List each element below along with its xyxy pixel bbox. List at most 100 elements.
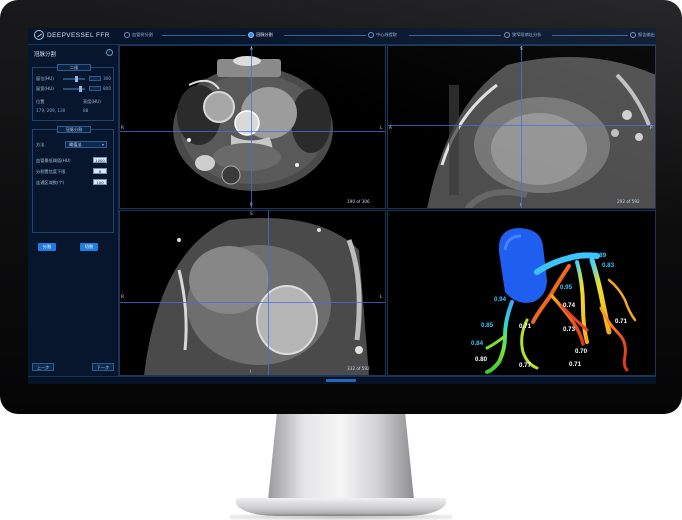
orient-right: L [380, 294, 383, 299]
cut-button[interactable]: 切割 [80, 243, 98, 251]
monitor-bezel: DEEPVESSEL FFR 血管树分割 冠脉分割 中心线提取 狭窄段病灶分析 … [0, 0, 682, 414]
slice-counter: 190 of 306 [347, 199, 370, 204]
window-level-input[interactable] [89, 76, 101, 81]
hu-value: 88 [83, 108, 89, 113]
step-connector [162, 35, 246, 36]
step-dot-icon [504, 32, 510, 38]
viewport-sagittal[interactable]: S I R L 332 of 592 [119, 210, 386, 376]
expand-handle[interactable] [326, 379, 356, 382]
ffr-label: 0.77 [519, 362, 532, 369]
window-width-value: 800 [103, 86, 111, 91]
param-label: 血管最低阈值(HU) [36, 158, 71, 163]
ffr-label: 0.94 [494, 296, 507, 303]
step-connector [552, 35, 628, 36]
crosshair-vertical[interactable] [251, 45, 252, 209]
window-width-label: 窗宽(HU) [36, 86, 54, 91]
viewport-coronal[interactable]: S I A P 292 of 592 [387, 45, 656, 209]
orient-left: R [121, 125, 124, 130]
window-width-input[interactable] [89, 86, 101, 91]
ffr-label: 0.85 [481, 322, 494, 329]
left-panel: 冠脉分割 ? 二维 窗位(HU) 300 窗宽(HU) 800 位置 亮度(HU… [28, 45, 119, 376]
chevron-down-icon: ▾ [101, 142, 104, 147]
param-input[interactable]: 6 [93, 168, 107, 174]
param-input[interactable]: 1000 [93, 157, 107, 163]
step-dot-icon [248, 32, 254, 38]
screen: DEEPVESSEL FFR 血管树分割 冠脉分割 中心线提取 狭窄段病灶分析 … [28, 28, 656, 384]
app-logo: DEEPVESSEL FFR [34, 30, 110, 40]
param-label: 连通区域数(个) [36, 180, 65, 185]
orient-bottom: I [250, 369, 252, 374]
ffr-label: 0.84 [471, 340, 484, 347]
step-dot-icon [368, 32, 374, 38]
hu-label: 亮度(HU) [83, 99, 101, 104]
crosshair-horizontal[interactable] [119, 131, 386, 132]
ffr-label: 0.73 [563, 326, 576, 333]
bottom-bar [28, 376, 656, 384]
slider-knob[interactable] [75, 76, 78, 82]
orient-bottom: I [520, 202, 522, 207]
ffr-label: 0.83 [602, 262, 615, 269]
slice-counter: 332 of 592 [347, 366, 370, 371]
top-bar: DEEPVESSEL FFR 血管树分割 冠脉分割 中心线提取 狭窄段病灶分析 … [28, 28, 656, 45]
orient-top: S [250, 211, 253, 216]
orient-right: P [650, 125, 653, 130]
orient-left: A [389, 125, 392, 130]
crosshair-horizontal[interactable] [119, 302, 386, 303]
step-stenosis[interactable]: 狭窄段病灶分析 [504, 32, 541, 38]
prev-step-button[interactable]: 上一步 [32, 363, 54, 371]
ffr-label: 0.70 [575, 348, 588, 355]
stand-shadow [230, 514, 452, 520]
position-value: 179, 209, 130 [36, 108, 66, 113]
method-label: 方法 [36, 142, 45, 147]
crosshair-vertical[interactable] [268, 210, 269, 376]
monitor-stand-neck [268, 414, 414, 500]
method-select[interactable]: 阈值法 ▾ [65, 141, 107, 148]
next-step-button[interactable]: 下一步 [92, 363, 114, 371]
ffr-label: 0.71 [569, 361, 582, 368]
window-width-slider[interactable] [63, 86, 85, 92]
step-dot-icon [124, 32, 130, 38]
group-title: 冠脉分割 [57, 126, 91, 133]
step-connector [409, 35, 501, 36]
ffr-label: 0.74 [563, 302, 576, 309]
param-label: 分割置信度下限 [36, 169, 66, 174]
help-icon[interactable]: ? [106, 49, 113, 56]
axial-image [173, 56, 333, 191]
viewport-axial[interactable]: A P R L 190 of 306 [119, 45, 386, 209]
step-centerline[interactable]: 中心线提取 [368, 32, 397, 38]
step-report[interactable]: 报告输出 [630, 32, 655, 38]
window-level-label: 窗位(HU) [36, 76, 54, 81]
orient-top: S [520, 46, 523, 51]
slider-knob[interactable] [79, 86, 82, 92]
ffr-label: 0.95 [560, 284, 573, 291]
logo-icon [34, 30, 44, 40]
orient-bottom: P [250, 202, 253, 207]
step-vessel-tree[interactable]: 血管树分割 [124, 32, 153, 38]
group-title: 二维 [57, 64, 91, 71]
segment-button[interactable]: 分割 [38, 243, 56, 251]
orient-right: L [380, 125, 383, 130]
ffr-label: 0.71 [519, 323, 532, 330]
position-label: 位置 [36, 99, 45, 104]
orient-left: R [121, 294, 124, 299]
step-coronary-seg[interactable]: 冠脉分割 [248, 32, 273, 38]
segmentation-group: 冠脉分割 方法 阈值法 ▾ 血管最低阈值(HU) 1000 分割置信度下限 6 连… [32, 126, 114, 233]
crosshair-vertical[interactable] [521, 45, 522, 209]
step-dot-icon [630, 32, 636, 38]
panel-title: 冠脉分割 [34, 52, 57, 58]
ffr-label: 0.80 [475, 356, 488, 363]
workflow-steps: 血管树分割 冠脉分割 中心线提取 狭窄段病灶分析 报告输出 [124, 28, 655, 44]
slice-counter: 292 of 592 [617, 199, 640, 204]
window-group: 二维 窗位(HU) 300 窗宽(HU) 800 位置 亮度(HU) 179, … [32, 64, 114, 121]
param-input[interactable]: 100 [93, 179, 107, 185]
step-connector [284, 35, 366, 36]
viewport-3d-ffr[interactable]: 0.89 0.83 0.95 0.94 0.74 0.71 0.85 0.71 … [387, 210, 656, 376]
ffr-label: 0.71 [615, 318, 628, 325]
sagittal-image [144, 218, 369, 376]
window-level-value: 300 [103, 76, 111, 81]
logo-text: DEEPVESSEL FFR [47, 31, 110, 39]
window-level-slider[interactable] [63, 76, 85, 82]
ffr-vessel-tree [485, 228, 637, 374]
ffr-label: 0.89 [594, 252, 607, 259]
orient-top: A [250, 46, 253, 51]
